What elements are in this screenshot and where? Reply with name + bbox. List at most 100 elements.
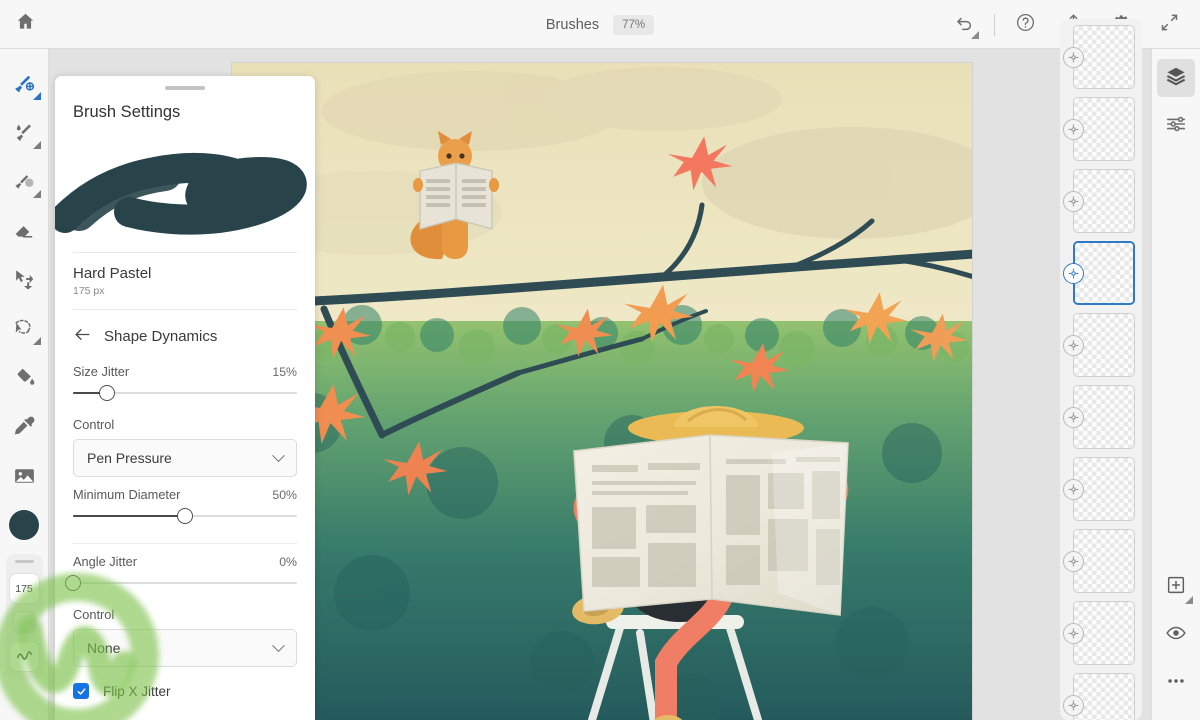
- artboard-canvas[interactable]: [232, 63, 972, 720]
- size-jitter-label: Size Jitter: [73, 364, 130, 379]
- arrow-left-icon[interactable]: [73, 325, 92, 348]
- tool-lasso[interactable]: [2, 306, 46, 355]
- move-transform-icon: [12, 267, 37, 297]
- layer-thumb-9[interactable]: [1062, 601, 1135, 665]
- minimum-diameter-knob[interactable]: [177, 508, 193, 524]
- size-jitter-knob[interactable]: [98, 385, 115, 401]
- angle-jitter-label: Angle Jitter: [73, 554, 138, 569]
- minimum-diameter-fill: [73, 515, 185, 517]
- tool-smudge-dropdown-arrow[interactable]: [33, 141, 41, 149]
- opacity-swatch-icon[interactable]: [13, 612, 35, 633]
- add-layer-dropdown-arrow[interactable]: [1185, 596, 1193, 604]
- undo-dropdown-arrow[interactable]: [971, 30, 979, 39]
- sliders-icon: [1165, 113, 1187, 140]
- left-toolbar: 175: [0, 49, 49, 720]
- brush-quick-panel: 175: [5, 554, 43, 679]
- angle-jitter-knob[interactable]: [65, 575, 81, 591]
- transparency-checker: [1073, 674, 1134, 720]
- expand-arrows-icon: [1159, 12, 1180, 38]
- layer-drag-handle[interactable]: [1062, 47, 1084, 68]
- smoothing-wave-icon: [15, 646, 34, 668]
- flip-x-jitter-label: Flip X Jitter: [103, 683, 171, 699]
- home-icon: [15, 11, 36, 37]
- home-button[interactable]: [0, 0, 50, 49]
- page-title: Brushes: [545, 16, 600, 33]
- minimum-diameter-label: Minimum Diameter: [73, 487, 181, 502]
- layer-thumb-1[interactable]: [1062, 25, 1135, 89]
- app-root: Brushes 77% 175 Brush Settings Hard Past…: [0, 0, 1200, 720]
- foreground-color-swatch[interactable]: [9, 510, 39, 540]
- fullscreen-button[interactable]: [1146, 2, 1192, 48]
- quick-panel-grip[interactable]: [14, 560, 34, 563]
- section-header[interactable]: Shape Dynamics: [55, 322, 315, 354]
- layer-drag-handle[interactable]: [1062, 623, 1084, 644]
- brush-settings-panel: Brush Settings Hard Pastel 175 px Shape …: [55, 76, 315, 720]
- size-jitter-slider[interactable]: [73, 382, 297, 404]
- size-jitter-value: 15%: [272, 365, 297, 379]
- tool-transform[interactable]: [2, 257, 46, 306]
- zoom-level-badge[interactable]: 77%: [613, 14, 655, 35]
- artwork: [232, 63, 972, 720]
- tool-place-image[interactable]: [2, 453, 46, 502]
- eye-icon: [1165, 622, 1187, 649]
- paint-bucket-icon: [12, 365, 37, 395]
- help-circle-icon: [1015, 12, 1036, 38]
- layer-drag-handle[interactable]: [1062, 479, 1084, 500]
- control-label-2: Control: [73, 607, 115, 622]
- adjustments-panel-button[interactable]: [1157, 107, 1195, 145]
- minimum-diameter-value: 50%: [272, 488, 297, 502]
- control-select-2[interactable]: None: [73, 629, 297, 667]
- layers-stack-icon: [1165, 65, 1187, 92]
- layer-thumb-10[interactable]: [1062, 673, 1135, 720]
- layer-drag-handle[interactable]: [1062, 191, 1084, 212]
- control-select-1-value: Pen Pressure: [87, 450, 172, 466]
- tool-fill[interactable]: [2, 355, 46, 404]
- minimum-diameter-slider[interactable]: [73, 505, 297, 527]
- layer-drag-handle[interactable]: [1062, 407, 1084, 428]
- panel-title: Brush Settings: [73, 103, 181, 121]
- layer-visibility-button[interactable]: [1157, 616, 1195, 654]
- panel-divider-mid: [73, 309, 297, 310]
- layer-drag-handle[interactable]: [1062, 263, 1084, 284]
- tool-mixer[interactable]: [2, 159, 46, 208]
- layer-drag-handle[interactable]: [1062, 119, 1084, 140]
- eyedropper-icon: [12, 414, 37, 444]
- control-select-1[interactable]: Pen Pressure: [73, 439, 297, 477]
- panel-divider-top: [73, 252, 297, 253]
- tool-paintbrush[interactable]: [2, 61, 46, 110]
- layer-drag-handle[interactable]: [1062, 335, 1084, 356]
- brush-size-value[interactable]: 175: [9, 574, 39, 603]
- tool-eyedropper[interactable]: [2, 404, 46, 453]
- right-toolbar: [1151, 49, 1200, 720]
- row-minimum-diameter: Minimum Diameter 50%: [55, 477, 315, 502]
- toolbar-divider: [994, 13, 995, 36]
- angle-jitter-slider[interactable]: [65, 572, 297, 594]
- flip-x-jitter-checkbox[interactable]: [73, 683, 89, 699]
- layer-thumb-6[interactable]: [1062, 385, 1135, 449]
- layer-thumb-5[interactable]: [1062, 313, 1135, 377]
- smoothing-button[interactable]: [9, 642, 39, 671]
- layers-panel-button[interactable]: [1157, 59, 1195, 97]
- layer-thumb-8[interactable]: [1062, 529, 1135, 593]
- tool-smudge[interactable]: [2, 110, 46, 159]
- undo-button[interactable]: [941, 2, 987, 48]
- help-button[interactable]: [1002, 2, 1048, 48]
- angle-jitter-track: [73, 582, 297, 584]
- tool-mixer-dropdown-arrow[interactable]: [33, 190, 41, 198]
- layer-drag-handle[interactable]: [1062, 551, 1084, 572]
- layers-rail: [1050, 19, 1151, 720]
- layer-thumb-2[interactable]: [1062, 97, 1135, 161]
- layer-thumb-4[interactable]: [1062, 241, 1135, 305]
- layer-thumb-7[interactable]: [1062, 457, 1135, 521]
- layer-more-button[interactable]: [1157, 664, 1195, 702]
- tool-lasso-dropdown-arrow[interactable]: [33, 337, 41, 345]
- flip-x-jitter-row[interactable]: Flip X Jitter: [55, 667, 315, 699]
- layers-list[interactable]: [1059, 19, 1142, 720]
- layer-thumb-3[interactable]: [1062, 169, 1135, 233]
- chevron-down-icon: [272, 638, 285, 652]
- brush-size-label: 175 px: [73, 285, 105, 297]
- layer-drag-handle[interactable]: [1062, 695, 1084, 716]
- tool-eraser[interactable]: [2, 208, 46, 257]
- add-layer-button[interactable]: [1157, 568, 1195, 606]
- tool-paintbrush-dropdown-arrow[interactable]: [33, 92, 41, 100]
